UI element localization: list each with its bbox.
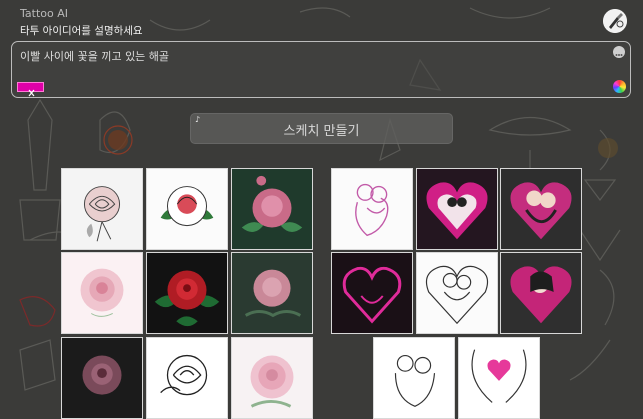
gallery-image[interactable]: [231, 252, 313, 334]
gallery-image[interactable]: [146, 337, 228, 419]
app-title: Tattoo AI: [20, 7, 68, 20]
tattoo-logo-icon: [603, 9, 627, 33]
prompt-heading: 타투 아이디어를 설명하세요: [20, 25, 143, 37]
gallery-image[interactable]: [500, 168, 582, 250]
gallery-image[interactable]: [61, 252, 143, 334]
gallery-image[interactable]: [458, 337, 540, 419]
profile-avatar[interactable]: [603, 9, 627, 33]
color-wheel-icon[interactable]: [613, 80, 626, 93]
gallery-image[interactable]: [61, 337, 143, 419]
gallery-image[interactable]: [416, 252, 498, 334]
gallery-image[interactable]: [146, 252, 228, 334]
gallery-image[interactable]: [331, 168, 413, 250]
gallery-image[interactable]: [61, 168, 143, 250]
create-sketch-label: 스케치 만들기: [283, 124, 360, 139]
clear-prompt-button[interactable]: [17, 82, 44, 97]
more-horizontal-icon[interactable]: [613, 46, 625, 58]
gallery-image[interactable]: [331, 252, 413, 334]
gallery-image[interactable]: [231, 337, 313, 419]
gallery-image[interactable]: [416, 168, 498, 250]
close-icon: [28, 89, 35, 97]
gallery-image[interactable]: [231, 168, 313, 250]
prompt-input[interactable]: 이빨 사이에 꽃을 끼고 있는 해골: [20, 48, 169, 64]
gallery-image[interactable]: [373, 337, 455, 419]
prompt-input-box[interactable]: 이빨 사이에 꽃을 끼고 있는 해골: [11, 41, 631, 98]
create-sketch-button[interactable]: ♪ 스케치 만들기: [190, 113, 453, 144]
gallery-image[interactable]: [500, 252, 582, 334]
gallery-image[interactable]: [146, 168, 228, 250]
